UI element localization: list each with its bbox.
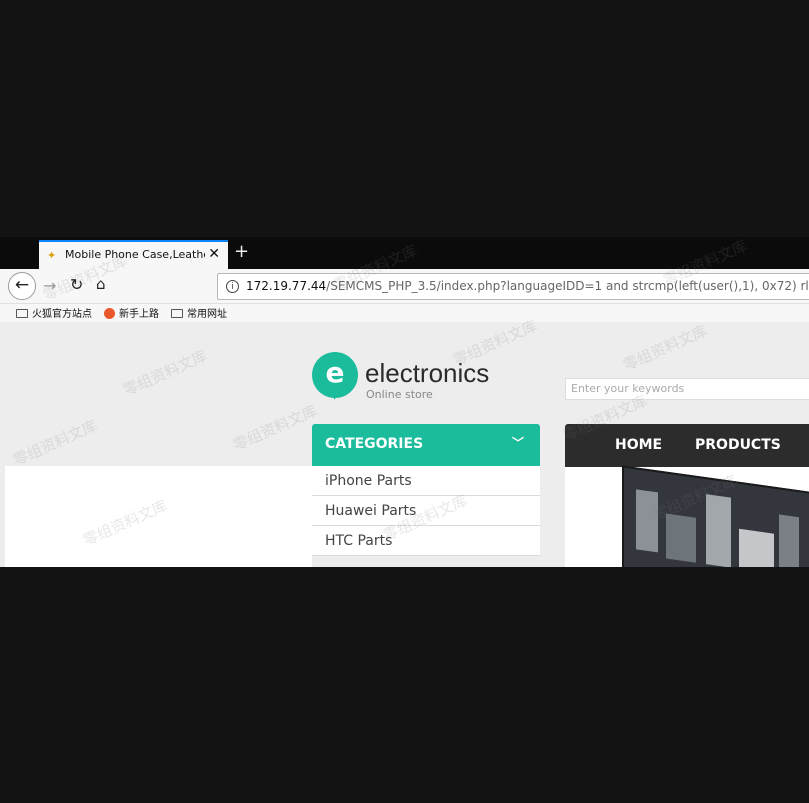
bookmarks-bar: 火狐官方站点 新手上路 常用网址 (0, 304, 809, 322)
building-shape (779, 514, 799, 567)
category-item[interactable]: iPhone Parts (312, 466, 540, 496)
close-tab-icon[interactable]: ✕ (208, 246, 220, 262)
back-arrow-icon[interactable]: ← (8, 272, 36, 300)
url-path: /SEMCMS_PHP_3.5/index.php?languageIDD=1 … (326, 279, 809, 293)
favicon-icon: ✦ (47, 249, 57, 262)
bookmark-label: 新手上路 (119, 309, 159, 320)
browser-window: ✦ Mobile Phone Case,Leather c ✕ + ← → ↻ … (0, 237, 809, 567)
new-tab-button[interactable]: + (234, 241, 249, 262)
nav-products[interactable]: PRODUCTS (695, 437, 781, 453)
building-shape (636, 489, 658, 553)
bookmark-item[interactable]: 新手上路 (104, 305, 159, 320)
active-tab[interactable]: ✦ Mobile Phone Case,Leather c ✕ (39, 240, 228, 269)
logo-subtitle: Online store (366, 388, 433, 401)
categories-header[interactable]: CATEGORIES ﹀ (312, 424, 540, 466)
bookmark-item[interactable]: 常用网址 (171, 305, 227, 320)
logo-tail-shape (334, 388, 344, 400)
folder-icon (171, 309, 183, 318)
bookmark-label: 火狐官方站点 (32, 309, 92, 320)
chevron-down-icon[interactable]: ﹀ (512, 434, 524, 451)
tab-title: Mobile Phone Case,Leather c (65, 248, 205, 261)
folder-icon (16, 309, 28, 318)
building-shape (739, 528, 774, 567)
nav-home[interactable]: HOME (615, 437, 662, 453)
search-input[interactable]: Enter your keywords (565, 378, 809, 400)
building-shape (666, 513, 696, 563)
url-host: 172.19.77.44 (246, 279, 327, 293)
building-shape (706, 494, 731, 567)
info-icon[interactable]: i (226, 280, 239, 293)
bookmark-item[interactable]: 火狐官方站点 (16, 305, 92, 320)
bookmark-label: 常用网址 (187, 309, 227, 320)
url-bar[interactable]: i 172.19.77.44/SEMCMS_PHP_3.5/index.php?… (217, 273, 809, 300)
category-item[interactable]: HTC Parts (312, 526, 540, 556)
categories-title: CATEGORIES (325, 436, 424, 452)
hero-banner (565, 465, 809, 567)
url-text[interactable]: 172.19.77.44/SEMCMS_PHP_3.5/index.php?la… (246, 279, 809, 293)
firefox-icon (104, 308, 115, 319)
